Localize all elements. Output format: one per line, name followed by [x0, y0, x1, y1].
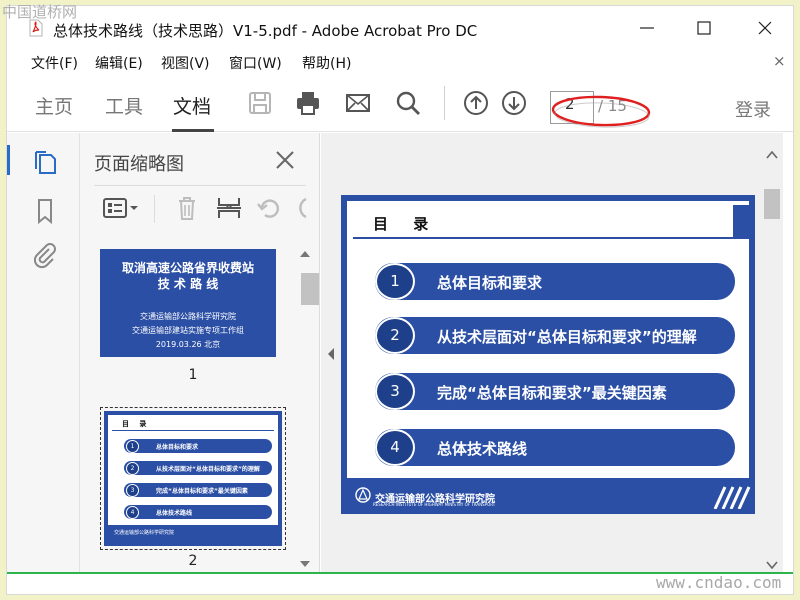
thumbnail-scroll-thumb[interactable]: [301, 273, 319, 305]
panel-tool-divider: [154, 195, 155, 223]
thumb2-item-num: 1: [126, 440, 139, 453]
thumbnail-options-icon[interactable]: [102, 195, 142, 221]
thumb1-title-line2: 技 术 路 线: [157, 277, 219, 291]
active-tab-indicator: [172, 129, 214, 132]
active-rail-indicator: [7, 145, 10, 175]
toc-item-number: 1: [375, 263, 415, 300]
tab-home[interactable]: 主页: [35, 92, 73, 119]
panel-close-icon[interactable]: [274, 149, 296, 171]
panel-title: 页面缩略图: [94, 154, 184, 175]
title-bar: 总体技术路线（技术思路）V1-5.pdf - Adobe Acrobat Pro…: [7, 6, 793, 48]
document-close-button[interactable]: ×: [773, 52, 786, 70]
next-page-icon[interactable]: [501, 90, 527, 116]
document-scroll-thumb[interactable]: [764, 189, 780, 219]
menu-help[interactable]: 帮助(H): [302, 53, 351, 73]
signin-button[interactable]: 登录: [735, 96, 771, 122]
thumb2-item-1: 总体目标和要求: [124, 439, 272, 453]
thumb2-item-num: 2: [126, 462, 139, 475]
toolbar-divider: [444, 86, 445, 120]
page-header-text: 目 录: [373, 215, 439, 233]
extract-pages-icon[interactable]: [216, 195, 242, 221]
bookmark-icon[interactable]: [31, 197, 59, 225]
toc-item-text: 总体目标和要求: [437, 274, 543, 292]
thumbnail-list: 取消高速公路省界收费站 技 术 路 线 交通运输部公路科学研究院 交通运输部建站…: [80, 243, 292, 573]
email-icon[interactable]: [345, 90, 371, 116]
toc-item-3: 3 完成“总体目标和要求”最关键因素: [375, 373, 735, 410]
thumb2-item-3: 完成“总体目标和要求”最关键因素: [124, 483, 272, 497]
thumb2-footer: 交通运输部公路科学研究院: [114, 530, 175, 536]
delete-icon[interactable]: [174, 195, 200, 221]
left-navigation-rail: [7, 133, 80, 573]
toc-item-number: 3: [375, 373, 415, 410]
document-scrollbar[interactable]: [761, 133, 783, 573]
thumb1-org2: 交通运输部建站实施专项工作组: [132, 326, 244, 335]
menu-file[interactable]: 文件(F): [31, 53, 78, 73]
watermark-top: 中国道桥网: [2, 3, 78, 21]
menu-edit[interactable]: 编辑(E): [95, 53, 143, 73]
thumb1-title-line1: 取消高速公路省界收费站: [121, 261, 254, 275]
page-content: 目 录 1 总体目标和要求 2 从技术层面对“总体目标和要求”的理解 3 完成“…: [347, 201, 755, 478]
institute-logo-icon: [355, 487, 371, 503]
toc-item-number: 2: [375, 317, 415, 354]
rotate-left-icon[interactable]: [256, 195, 282, 221]
page-thumbnail-1[interactable]: 取消高速公路省界收费站 技 术 路 线 交通运输部公路科学研究院 交通运输部建站…: [100, 249, 276, 357]
thumbnails-panel: 页面缩略图 取消高速公路省界收费站 技 术 路 线 交通运输部公路科学研究院 交…: [80, 133, 320, 573]
page-thumbnail-2-selected[interactable]: 目 录 总体目标和要求 1 从技术层面对“总体目标和要求”的理解 2 完成“总体…: [100, 407, 286, 550]
thumb2-item-num: 4: [126, 506, 139, 519]
scroll-down-icon[interactable]: [766, 561, 778, 569]
menu-bar: 文件(F) 编辑(E) 视图(V) 窗口(W) 帮助(H) ×: [7, 50, 793, 72]
toc-item-number: 4: [375, 429, 415, 466]
thumbnail-label-1: 1: [188, 367, 198, 383]
thumb2-header: 目 录: [112, 419, 274, 431]
previous-page-icon[interactable]: [463, 90, 489, 116]
document-view: 目 录 1 总体目标和要求 2 从技术层面对“总体目标和要求”的理解 3 完成“…: [321, 133, 761, 573]
panel-divider: [94, 185, 306, 186]
search-icon[interactable]: [395, 90, 421, 116]
save-icon[interactable]: [247, 90, 273, 116]
watermark-bottom: www.cndao.com: [656, 573, 782, 592]
close-icon[interactable]: [753, 16, 777, 40]
thumb1-org1: 交通运输部公路科学研究院: [140, 312, 236, 321]
attachment-icon[interactable]: [31, 241, 59, 269]
thumb2-content: 目 录 总体目标和要求 1 从技术层面对“总体目标和要求”的理解 2 完成“总体…: [108, 415, 278, 525]
menu-view[interactable]: 视图(V): [161, 53, 210, 73]
thumb2-item-4: 总体技术路线: [124, 505, 272, 519]
toolbar: 主页 工具 文档 2 / 15 登录: [7, 74, 793, 132]
page-header: 目 录: [353, 205, 755, 239]
maximize-icon[interactable]: [692, 16, 716, 40]
toc-item-1: 1 总体目标和要求: [375, 263, 735, 300]
red-highlight-ellipse: [551, 95, 651, 128]
toc-item-4: 4 总体技术路线: [375, 429, 735, 466]
thumb2-item-2: 从技术层面对“总体目标和要求”的理解: [124, 461, 272, 475]
footer-stripes-decoration: [713, 486, 751, 509]
page-footer-subtext: RESEARCH INSTITUTE OF HIGHWAY MINISTRY O…: [373, 502, 496, 507]
toc-item-text: 总体技术路线: [437, 440, 528, 458]
tab-tools[interactable]: 工具: [105, 92, 143, 119]
toc-item-text: 完成“总体目标和要求”最关键因素: [437, 384, 667, 402]
thumb1-date: 2019.03.26 北京: [155, 340, 221, 349]
print-icon[interactable]: [295, 90, 321, 116]
toc-item-2: 2 从技术层面对“总体目标和要求”的理解: [375, 317, 735, 354]
page-thumbnail-2: 目 录 总体目标和要求 1 从技术层面对“总体目标和要求”的理解 2 完成“总体…: [104, 411, 282, 546]
page-thumbnails-icon[interactable]: [31, 149, 59, 177]
acrobat-window: 总体技术路线（技术思路）V1-5.pdf - Adobe Acrobat Pro…: [6, 5, 794, 595]
menu-window[interactable]: 窗口(W): [229, 53, 282, 73]
toc-item-text: 从技术层面对“总体目标和要求”的理解: [437, 328, 697, 346]
tab-document[interactable]: 文档: [173, 92, 211, 119]
scroll-up-icon[interactable]: [766, 151, 778, 159]
rotate-right-icon[interactable]: [294, 195, 308, 221]
thumbnail-label-2: 2: [188, 553, 198, 569]
minimize-icon[interactable]: [635, 16, 659, 40]
page-header-corner: [733, 205, 755, 239]
pdf-page: 目 录 1 总体目标和要求 2 从技术层面对“总体目标和要求”的理解 3 完成“…: [341, 195, 755, 514]
collapse-panel-icon[interactable]: [327, 348, 335, 360]
thumb2-item-num: 3: [126, 484, 139, 497]
window-title: 总体技术路线（技术思路）V1-5.pdf - Adobe Acrobat Pro…: [53, 22, 478, 40]
